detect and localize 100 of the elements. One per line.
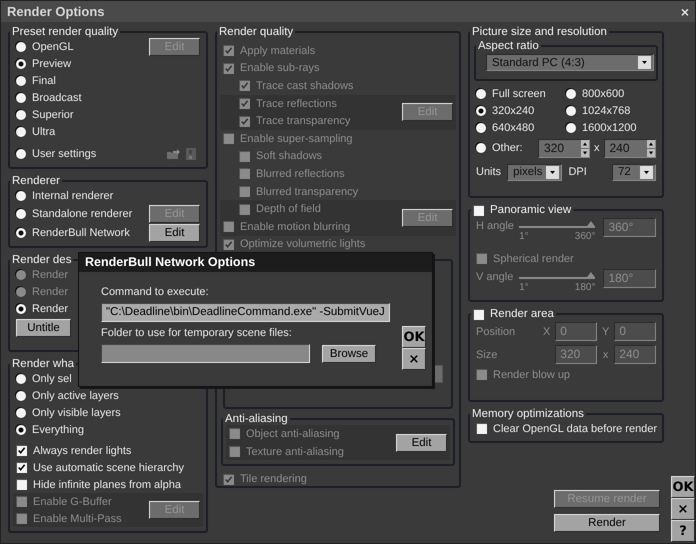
option-label: Render area <box>490 308 554 320</box>
browse-button[interactable]: Browse <box>322 344 376 362</box>
group-title: Memory optimizations <box>471 408 585 420</box>
destination-button[interactable]: Untitle <box>16 318 71 336</box>
option-label: Panoramic view <box>490 204 572 216</box>
render-button[interactable]: Render <box>554 514 660 532</box>
slider-label: V angle <box>476 270 514 283</box>
slider-thumb[interactable] <box>586 272 596 278</box>
option-label: Enable sub-rays <box>240 62 320 74</box>
checkbox[interactable] <box>473 204 484 216</box>
close-button[interactable]: × <box>671 498 695 520</box>
slider-thumb[interactable] <box>586 221 596 227</box>
checkbox[interactable] <box>476 369 487 380</box>
radio-button[interactable] <box>16 58 26 68</box>
width-field[interactable]: 320 <box>555 345 597 364</box>
option-label: Standalone renderer <box>32 208 132 220</box>
option-label: RenderBull Network <box>32 226 130 238</box>
checkbox[interactable] <box>16 462 27 473</box>
radio-button[interactable] <box>476 122 486 132</box>
checkbox[interactable] <box>476 253 487 264</box>
height-field[interactable]: 240 <box>614 345 656 364</box>
radio-button[interactable] <box>16 76 26 86</box>
aspect-ratio-dropdown[interactable]: Standard PC (4:3) <box>486 54 654 71</box>
radio-button[interactable] <box>16 408 26 418</box>
radio-button[interactable] <box>16 126 26 136</box>
option-label: Preview <box>32 58 72 70</box>
option-label: Enable motion blurring <box>240 220 350 233</box>
dpi-dropdown[interactable]: 72 <box>612 164 656 180</box>
group-title: Anti-aliasing <box>224 413 289 426</box>
option-label: Full screen <box>492 88 546 100</box>
close-button[interactable]: × <box>680 4 689 20</box>
angle-field[interactable]: 360° <box>603 218 656 237</box>
checkbox[interactable] <box>16 479 27 490</box>
edit-button[interactable]: Edit <box>396 434 447 452</box>
radio-button[interactable] <box>476 143 486 153</box>
radio-button[interactable] <box>16 190 26 200</box>
load-folder-icon[interactable] <box>166 148 180 160</box>
checkbox[interactable] <box>473 308 484 320</box>
window-title: Render Options <box>7 4 105 19</box>
option-label: Always render lights <box>33 444 132 456</box>
option-label: Use automatic scene hierarchy <box>33 462 184 474</box>
radio-button[interactable] <box>16 208 26 218</box>
command-field[interactable]: "C:\Deadline\bin\DeadlineCommand.exe" -SubmitVueJ <box>101 303 390 322</box>
option-label: OpenGL <box>32 40 74 52</box>
option-label: Only sel <box>32 372 72 384</box>
checkbox[interactable] <box>16 445 27 456</box>
ok-button[interactable]: OK <box>671 476 695 498</box>
radio-button[interactable] <box>476 88 486 98</box>
dpi-label: DPI <box>568 166 587 178</box>
option-label: Object anti-aliasing <box>246 428 340 440</box>
option-label: Final <box>32 74 56 86</box>
radio-button[interactable] <box>16 92 26 102</box>
radio-button[interactable] <box>566 122 576 132</box>
units-dropdown[interactable]: pixels <box>507 164 562 180</box>
option-label: Trace reflections <box>256 98 337 110</box>
option-label: Spherical render <box>493 252 574 264</box>
checkbox[interactable] <box>476 423 487 434</box>
option-label: Blurred reflections <box>256 168 345 180</box>
ok-button[interactable]: OK <box>402 326 426 348</box>
spinner-icon[interactable] <box>581 140 589 156</box>
close-button[interactable]: × <box>402 348 426 370</box>
radio-button[interactable] <box>566 88 576 98</box>
units-label: Units <box>476 166 502 178</box>
option-label: 640x480 <box>492 122 534 134</box>
radio-button[interactable] <box>566 106 576 116</box>
option-label: 320x240 <box>492 104 534 116</box>
radio-button[interactable] <box>16 110 26 120</box>
save-icon[interactable] <box>186 148 196 160</box>
radio-button[interactable] <box>16 390 26 400</box>
radio-button[interactable] <box>16 304 26 314</box>
folder-field[interactable] <box>101 344 310 363</box>
slider-label: H angle <box>476 219 515 232</box>
width-spin-field[interactable]: 320 <box>538 138 590 158</box>
radio-button[interactable] <box>16 228 26 238</box>
spinner-icon[interactable] <box>646 140 654 156</box>
radio-button[interactable] <box>16 424 26 434</box>
edit-button[interactable]: Edit <box>149 224 200 242</box>
dialog-title: RenderBull Network Options <box>79 253 432 272</box>
height-spin-field[interactable]: 240 <box>604 138 656 158</box>
help-button[interactable]: ? <box>671 520 695 542</box>
option-label: Broadcast <box>32 92 82 104</box>
option-label: Superior <box>32 108 74 120</box>
y-field[interactable]: 0 <box>614 322 656 341</box>
radio-button[interactable] <box>16 148 26 158</box>
group-title: Picture size and resolution <box>471 26 608 38</box>
radio-button[interactable] <box>476 106 486 116</box>
radio-button[interactable] <box>16 42 26 52</box>
radio-button[interactable] <box>16 374 26 384</box>
option-label: Only active layers <box>32 390 119 402</box>
option-label: Internal renderer <box>32 190 114 202</box>
slider-max-label: 180° <box>574 282 596 293</box>
angle-field[interactable]: 180° <box>603 269 656 288</box>
slider-min-label: 1° <box>519 282 529 293</box>
option-label: Soft shadows <box>256 150 322 162</box>
option-label: Apply materials <box>240 44 316 57</box>
x-field[interactable]: 0 <box>555 322 597 341</box>
x-label: X <box>542 326 552 338</box>
option-label: Trace cast shadows <box>256 80 354 92</box>
option-label: Enable Multi-Pass <box>33 512 122 524</box>
option-label: User settings <box>32 148 96 160</box>
